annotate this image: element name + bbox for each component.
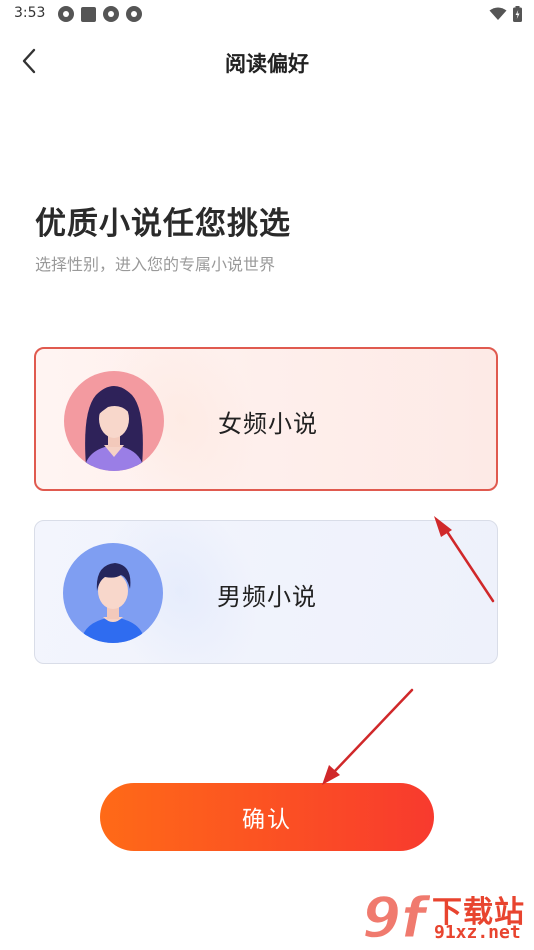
- notification-app-icon: [126, 6, 142, 22]
- annotation-arrow-icon: [322, 688, 414, 785]
- notification-square-icon: [81, 6, 96, 22]
- status-bar: 3:53: [0, 0, 534, 28]
- app-header: 阅读偏好: [0, 36, 534, 86]
- subheadline: 选择性别，进入您的专属小说世界: [35, 255, 276, 274]
- option-female-label: 女频小说: [218, 410, 318, 438]
- headline: 优质小说任您挑选: [35, 206, 291, 242]
- notification-app-icon: [58, 6, 74, 22]
- option-male-novels[interactable]: 男频小说: [34, 520, 498, 664]
- option-male-label: 男频小说: [217, 583, 317, 611]
- watermark-logo-icon: 9f: [361, 885, 430, 947]
- female-avatar-icon: [64, 371, 164, 471]
- wifi-icon: [489, 7, 507, 20]
- male-avatar-icon: [63, 543, 163, 643]
- notification-icons: [58, 6, 142, 22]
- notification-app-icon: [103, 6, 119, 22]
- status-time: 3:53: [14, 5, 46, 21]
- confirm-button[interactable]: 确认: [100, 783, 434, 851]
- system-icons: [489, 6, 522, 22]
- page-title: 阅读偏好: [225, 52, 309, 76]
- watermark-url: 91xz.net: [434, 922, 521, 943]
- watermark-logo-text: 9f: [362, 886, 430, 947]
- battery-icon: [513, 6, 522, 22]
- watermark: 9f 下载站 91xz.net: [360, 885, 530, 947]
- option-female-novels[interactable]: 女频小说: [34, 347, 498, 491]
